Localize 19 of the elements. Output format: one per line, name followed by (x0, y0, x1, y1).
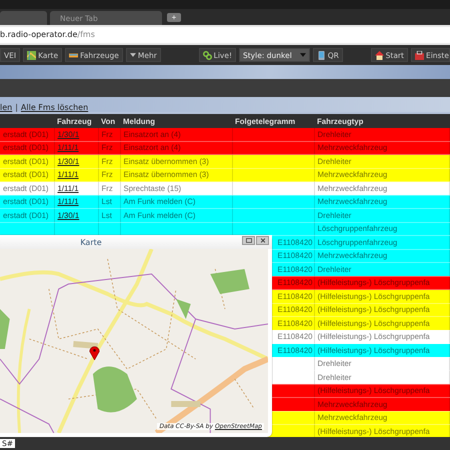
maximize-icon (246, 238, 252, 243)
close-icon (260, 238, 266, 243)
house-icon (374, 50, 384, 60)
map-icon (27, 50, 36, 60)
link-icon (202, 50, 212, 60)
link-separator: | (15, 103, 18, 112)
bus-icon (69, 50, 78, 60)
caret-icon (300, 53, 306, 57)
new-tab-button[interactable]: + (167, 13, 181, 22)
map-marker-icon (89, 345, 100, 360)
caret-icon (130, 53, 136, 57)
delete-all-link[interactable]: Alle Fms löschen (20, 103, 88, 112)
window-title: Karte (80, 238, 102, 246)
address-field[interactable]: b.radio-operator.de/fms (0, 27, 450, 43)
link[interactable]: len (0, 103, 12, 112)
toolbox-icon (414, 50, 424, 60)
phone-icon (316, 50, 326, 60)
maximize-button[interactable] (242, 236, 255, 245)
close-button[interactable] (256, 236, 269, 245)
